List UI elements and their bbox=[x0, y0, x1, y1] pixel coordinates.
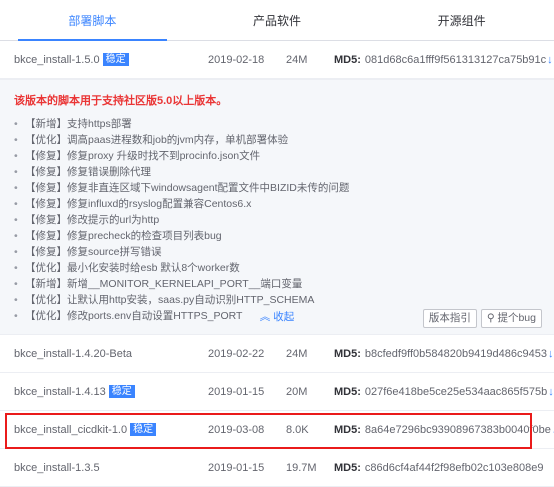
download-icon[interactable]: ↓ bbox=[548, 386, 554, 398]
md5-value: MD5: 8a64e7296bc93908967383b0040f0be ↓ bbox=[334, 424, 554, 436]
list-item: • 【修复】修复错误删除代理 bbox=[14, 166, 151, 178]
md5-hash: c86d6cf4af44f2f98efb02c103e808e9 bbox=[364, 461, 544, 474]
table-row[interactable]: bkce_install-1.5.0 稳定 2019-02-18 24M MD5… bbox=[0, 41, 554, 79]
package-name: bkce_install-1.5.0 稳定 bbox=[14, 53, 208, 66]
file-size: 8.0K bbox=[286, 423, 309, 436]
report-bug-label: 提个bug bbox=[497, 312, 536, 324]
md5-value: MD5: c86d6cf4af44f2f98efb02c103e808e9 bbox=[334, 462, 554, 474]
md5-label: MD5: bbox=[334, 385, 361, 398]
stable-badge: 稳定 bbox=[130, 423, 157, 436]
list-item: • 【修复】修复source拼写错误 bbox=[14, 246, 162, 258]
release-date: 2019-02-18 bbox=[208, 53, 265, 66]
release-notes-list: • 【新增】支持https部署 • 【优化】调高paas进程数和job的jvm内存，… bbox=[14, 116, 540, 324]
md5-hash: b8cfedf9ff0b584820b9419d486c9453 bbox=[364, 347, 547, 360]
report-bug-button[interactable]: ⚲ 提个bug bbox=[480, 309, 542, 328]
package-name: bkce_install_cicdkit-1.0 稳定 bbox=[14, 423, 208, 436]
md5-value: MD5: 027f6e418be5ce25e534aac865f575b ↓ bbox=[334, 386, 554, 398]
package-name: bkce_install-1.4.20-Beta bbox=[14, 348, 208, 360]
tab-deploy-scripts[interactable]: 部署脚本 bbox=[0, 0, 185, 41]
tab-product-software[interactable]: 产品软件 bbox=[185, 0, 370, 40]
package-name: bkce_install-1.4.13 稳定 bbox=[14, 385, 208, 398]
release-date: 2019-01-15 bbox=[208, 461, 265, 474]
list-item: • 【修复】修改提示的url为http bbox=[14, 214, 160, 226]
md5-hash: 8a64e7296bc93908967383b0040f0be bbox=[364, 423, 551, 436]
table-row[interactable]: bkce_install-1.3.5 2019-01-15 19.7M MD5:… bbox=[0, 449, 554, 487]
tab-bar: 部署脚本 产品软件 开源组件 bbox=[0, 0, 554, 41]
package-name: bkce_install-1.3.5 bbox=[14, 462, 208, 474]
table-row-highlighted[interactable]: bkce_install_cicdkit-1.0 稳定 2019-03-08 8… bbox=[0, 411, 554, 449]
package-name-text: bkce_install-1.5.0 bbox=[14, 53, 100, 66]
list-item: • 【修复】修复proxy 升级时找不到procinfo.json文件 bbox=[14, 150, 261, 162]
chevron-up-icon: ︽ bbox=[259, 311, 271, 323]
list-item: • 【新增】支持https部署 bbox=[14, 118, 132, 130]
list-item: • 【修复】修复precheck的检查项目列表bug bbox=[14, 230, 222, 242]
version-guide-button[interactable]: 版本指引 bbox=[422, 309, 477, 328]
package-name-text: bkce_install-1.3.5 bbox=[14, 461, 100, 474]
md5-hash: 081d68c6a1fff9f561313127ca75b91c bbox=[364, 53, 547, 66]
md5-label: MD5: bbox=[334, 423, 361, 436]
md5-label: MD5: bbox=[334, 461, 361, 474]
release-notes-title: 该版本的脚本用于支持社区版5.0以上版本。 bbox=[14, 95, 228, 107]
release-date: 2019-03-08 bbox=[208, 423, 265, 436]
bug-icon: ⚲ bbox=[486, 312, 495, 324]
list-item: • 【优化】调高paas进程数和job的jvm内存，单机部署体验 bbox=[14, 134, 289, 146]
list-item: • 【优化】最小化安装时给esb 默认8个worker数 bbox=[14, 262, 240, 274]
file-size: 20M bbox=[286, 385, 308, 398]
md5-label: MD5: bbox=[334, 53, 361, 66]
list-item: • 【修复】修复非直连区域下windowsagent配置文件中BIZID未传的问题 bbox=[14, 182, 350, 194]
list-item: • 【修复】修复influxd的rsyslog配置兼容Centos6.x bbox=[14, 198, 252, 210]
md5-hash: 027f6e418be5ce25e534aac865f575b bbox=[364, 385, 548, 398]
package-name-text: bkce_install_cicdkit-1.0 bbox=[14, 423, 128, 436]
md5-value: MD5: b8cfedf9ff0b584820b9419d486c9453 ↓ bbox=[334, 348, 554, 360]
table-row[interactable]: bkce_install-1.4.13 稳定 2019-01-15 20M MD… bbox=[0, 373, 554, 411]
file-size: 24M bbox=[286, 347, 308, 360]
list-item: • 【新增】新增__MONITOR_KERNELAPI_PORT__端口变量 bbox=[14, 278, 303, 290]
tab-open-source[interactable]: 开源组件 bbox=[369, 0, 554, 40]
notes-actions: 版本指引 ⚲ 提个bug bbox=[422, 309, 542, 328]
package-name-text: bkce_install-1.4.20-Beta bbox=[14, 347, 133, 360]
release-date: 2019-01-15 bbox=[208, 385, 265, 398]
download-icon[interactable]: ↓ bbox=[548, 348, 554, 360]
file-size: 19.7M bbox=[286, 461, 317, 474]
stable-badge: 稳定 bbox=[102, 53, 129, 66]
download-icon[interactable]: ↓ bbox=[547, 54, 553, 66]
package-name-text: bkce_install-1.4.13 bbox=[14, 385, 106, 398]
list-item: • 【优化】让默认用http安装，saas.py自动识别HTTP_SCHEMA bbox=[14, 294, 315, 306]
table-row[interactable]: bkce_install-1.4.20-Beta 2019-02-22 24M … bbox=[0, 335, 554, 373]
md5-label: MD5: bbox=[334, 347, 361, 360]
release-notes-panel: 该版本的脚本用于支持社区版5.0以上版本。 • 【新增】支持https部署 • 【优… bbox=[0, 79, 554, 335]
release-date: 2019-02-22 bbox=[208, 347, 265, 360]
stable-badge: 稳定 bbox=[108, 385, 135, 398]
md5-value: MD5: 081d68c6a1fff9f561313127ca75b91c ↓ bbox=[334, 54, 554, 66]
file-size: 24M bbox=[286, 53, 308, 66]
collapse-label: 收起 bbox=[273, 311, 295, 323]
